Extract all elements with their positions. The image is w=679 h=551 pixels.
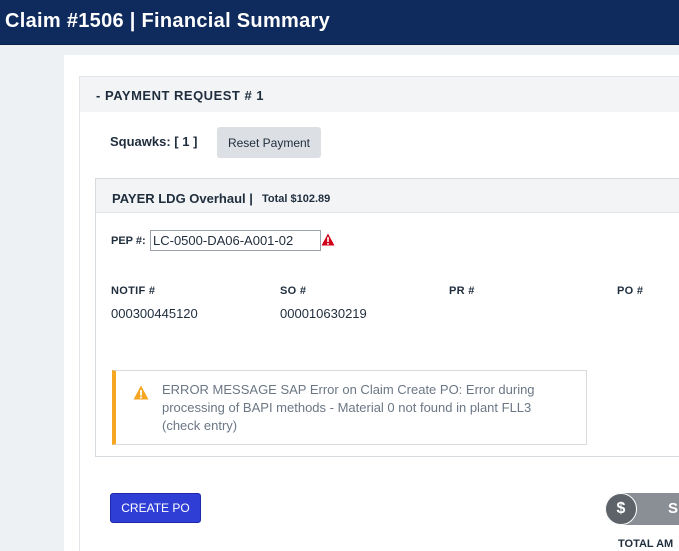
po-label: PO #: [617, 285, 644, 297]
collapse-toggle[interactable]: -: [96, 88, 100, 103]
notif-label: NOTIF #: [111, 285, 156, 297]
pep-label: PEP #:: [111, 235, 146, 247]
payer-name: PAYER LDG Overhaul |: [112, 191, 253, 206]
notif-value: 000300445120: [111, 306, 198, 321]
so-value: 000010630219: [280, 306, 367, 321]
page-title: Claim #1506 | Financial Summary: [5, 10, 331, 32]
warning-triangle-red-icon: [321, 233, 335, 246]
total-amount-label: TOTAL AM: [618, 538, 674, 550]
payment-status-button[interactable]: $ S: [605, 493, 679, 525]
payment-request-header[interactable]: - PAYMENT REQUEST # 1: [79, 76, 679, 114]
squawks-count: Squawks: [ 1 ]: [110, 134, 198, 149]
create-po-button[interactable]: CREATE PO: [110, 493, 201, 523]
dollar-coin-icon: $: [605, 493, 637, 525]
payer-header: PAYER LDG Overhaul | Total $102.89: [96, 179, 679, 213]
pr-label: PR #: [449, 285, 475, 297]
top-bar: Claim #1506 | Financial Summary: [0, 0, 679, 45]
payment-request-title: PAYMENT REQUEST # 1: [105, 88, 265, 103]
payer-total: Total $102.89: [262, 193, 331, 205]
status-label: S: [668, 500, 679, 517]
warning-triangle-orange-icon: [133, 385, 149, 400]
pep-input[interactable]: [150, 230, 321, 251]
so-label: SO #: [280, 285, 307, 297]
reset-payment-button[interactable]: Reset Payment: [217, 127, 321, 158]
error-alert: ERROR MESSAGE SAP Error on Claim Create …: [112, 370, 587, 445]
error-message: ERROR MESSAGE SAP Error on Claim Create …: [162, 382, 535, 433]
